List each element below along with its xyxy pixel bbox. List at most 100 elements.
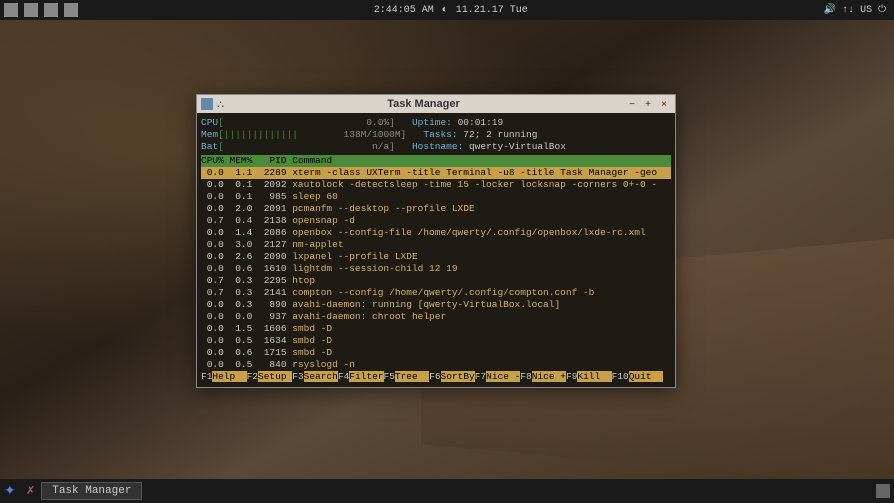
- app-icon: [201, 98, 213, 110]
- close-button[interactable]: ×: [657, 97, 671, 111]
- show-desktop-icon[interactable]: [876, 484, 890, 498]
- process-row[interactable]: 0.7 0.3 2141 compton --config /home/qwer…: [201, 287, 671, 299]
- fn-key[interactable]: F8: [520, 371, 531, 382]
- hostname-label: Hostname:: [412, 141, 463, 152]
- tasks-label: Tasks:: [423, 129, 457, 140]
- fn-label[interactable]: Kill: [577, 371, 611, 382]
- cpu-meter-label: CPU: [201, 117, 218, 128]
- network-icon[interactable]: ↑↓: [842, 5, 854, 16]
- fn-key[interactable]: F2: [247, 371, 258, 382]
- uptime-label: Uptime:: [412, 117, 452, 128]
- taskbar-item-label: Task Manager: [52, 485, 131, 497]
- weather-icon[interactable]: ◐: [442, 5, 448, 16]
- fn-key[interactable]: F1: [201, 371, 212, 382]
- tray-icon-4[interactable]: [64, 3, 78, 17]
- fn-key[interactable]: F5: [384, 371, 395, 382]
- process-command: avahi-daemon: chroot helper: [292, 311, 446, 322]
- process-command: rsyslogd -n: [292, 359, 355, 370]
- fn-key[interactable]: F7: [475, 371, 486, 382]
- col-mem[interactable]: MEM%: [230, 155, 253, 166]
- process-header-row[interactable]: CPU% MEM% PID Command: [201, 155, 671, 167]
- fn-label[interactable]: Search: [304, 371, 338, 382]
- quick-launch-icon[interactable]: ✗: [26, 484, 35, 498]
- cpu-meter-bar: [: [218, 117, 366, 128]
- logout-icon[interactable]: ⏻: [878, 4, 886, 16]
- fn-label[interactable]: Help: [212, 371, 246, 382]
- fn-label[interactable]: SortBy: [441, 371, 475, 382]
- fn-label[interactable]: Nice -: [486, 371, 520, 382]
- mem-meter-bar: [|||||||||||||: [218, 129, 298, 140]
- fn-label[interactable]: Setup: [258, 371, 292, 382]
- function-key-bar: F1Help F2Setup F3SearchF4FilterF5Tree F6…: [201, 371, 671, 383]
- bottom-panel: ✗ Task Manager: [0, 479, 894, 503]
- process-row[interactable]: 0.0 0.1 985 sleep 60: [201, 191, 671, 203]
- process-command: htop: [292, 275, 315, 286]
- fn-label[interactable]: Filter: [349, 371, 383, 382]
- taskbar-item-task-manager[interactable]: Task Manager: [41, 482, 142, 500]
- process-command: xautolock -detectsleep -time 15 -locker …: [292, 179, 657, 190]
- process-command: lightdm --session-child 12 19: [292, 263, 457, 274]
- fn-key[interactable]: F3: [292, 371, 303, 382]
- mem-meter-value: 138M/1000M]: [298, 129, 406, 140]
- process-row[interactable]: 0.0 1.5 1606 smbd -D: [201, 323, 671, 335]
- tray-icon-1[interactable]: [4, 3, 18, 17]
- top-panel: 2:44:05 AM ◐ 11.21.17 Tue 🔊 ↑↓ US ⏻: [0, 0, 894, 20]
- process-command: compton --config /home/qwerty/.config/co…: [292, 287, 594, 298]
- process-row[interactable]: 0.0 0.6 1715 smbd -D: [201, 347, 671, 359]
- bat-meter-bar: [: [218, 141, 372, 152]
- col-command[interactable]: Command: [292, 155, 332, 166]
- bat-meter-label: Bat: [201, 141, 218, 152]
- clock-date[interactable]: 11.21.17 Tue: [456, 5, 528, 16]
- uptime-value: 00:01:19: [458, 117, 504, 128]
- process-row[interactable]: 0.0 0.5 1634 smbd -D: [201, 335, 671, 347]
- bat-meter-value: n/a]: [372, 141, 395, 152]
- process-row[interactable]: 0.0 2.0 2091 pcmanfm --desktop --profile…: [201, 203, 671, 215]
- hostname-value: qwerty-VirtualBox: [469, 141, 566, 152]
- process-command: avahi-daemon: running [qwerty-VirtualBox…: [292, 299, 560, 310]
- process-list[interactable]: 0.0 1.1 2289 xterm -class UXTerm -title …: [201, 167, 671, 371]
- process-row[interactable]: 0.7 0.4 2138 opensnap -d: [201, 215, 671, 227]
- maximize-button[interactable]: +: [641, 97, 655, 111]
- volume-icon[interactable]: 🔊: [824, 4, 836, 16]
- fn-key[interactable]: F9: [566, 371, 577, 382]
- mem-meter-label: Mem: [201, 129, 218, 140]
- locale-indicator[interactable]: US: [860, 5, 872, 16]
- process-row[interactable]: 0.0 3.0 2127 nm-applet: [201, 239, 671, 251]
- process-row[interactable]: 0.7 0.3 2295 htop: [201, 275, 671, 287]
- fn-key[interactable]: F10: [612, 371, 629, 382]
- tasks-value: 72; 2 running: [463, 129, 537, 140]
- fn-label[interactable]: Quit: [629, 371, 663, 382]
- fn-key[interactable]: F4: [338, 371, 349, 382]
- process-command: smbd -D: [292, 335, 332, 346]
- process-row[interactable]: 0.0 0.1 2092 xautolock -detectsleep -tim…: [201, 179, 671, 191]
- clock-time[interactable]: 2:44:05 AM: [374, 5, 434, 16]
- process-row[interactable]: 0.0 0.3 890 avahi-daemon: running [qwert…: [201, 299, 671, 311]
- process-row[interactable]: 0.0 2.6 2090 lxpanel --profile LXDE: [201, 251, 671, 263]
- minimize-button[interactable]: −: [625, 97, 639, 111]
- start-menu-icon[interactable]: [4, 483, 20, 499]
- process-command: smbd -D: [292, 347, 332, 358]
- process-row[interactable]: 0.0 1.4 2086 openbox --config-file /home…: [201, 227, 671, 239]
- window-title: Task Manager: [224, 98, 623, 110]
- process-row[interactable]: 0.0 0.0 937 avahi-daemon: chroot helper: [201, 311, 671, 323]
- tray-icon-3[interactable]: [44, 3, 58, 17]
- process-command: opensnap -d: [292, 215, 355, 226]
- fn-label[interactable]: Tree: [395, 371, 429, 382]
- process-command: openbox --config-file /home/qwerty/.conf…: [292, 227, 645, 238]
- fn-label[interactable]: Nice +: [532, 371, 566, 382]
- process-row[interactable]: 0.0 0.6 1610 lightdm --session-child 12 …: [201, 263, 671, 275]
- process-command: pcmanfm --desktop --profile LXDE: [292, 203, 474, 214]
- task-manager-window: ∴ Task Manager − + × CPU[ 0.0%] Uptime: …: [196, 94, 676, 388]
- window-pin-icon[interactable]: ∴: [217, 98, 224, 111]
- col-cpu[interactable]: CPU%: [201, 155, 224, 166]
- process-row[interactable]: 0.0 1.1 2289 xterm -class UXTerm -title …: [201, 167, 671, 179]
- process-command: sleep 60: [292, 191, 338, 202]
- process-row[interactable]: 0.0 0.5 840 rsyslogd -n: [201, 359, 671, 371]
- fn-key[interactable]: F6: [429, 371, 440, 382]
- cpu-meter-value: 0.0%]: [366, 117, 395, 128]
- process-command: smbd -D: [292, 323, 332, 334]
- window-titlebar[interactable]: ∴ Task Manager − + ×: [197, 95, 675, 113]
- tray-icon-2[interactable]: [24, 3, 38, 17]
- col-pid[interactable]: PID: [269, 155, 286, 166]
- terminal-content[interactable]: CPU[ 0.0%] Uptime: 00:01:19 Mem[||||||||…: [197, 113, 675, 387]
